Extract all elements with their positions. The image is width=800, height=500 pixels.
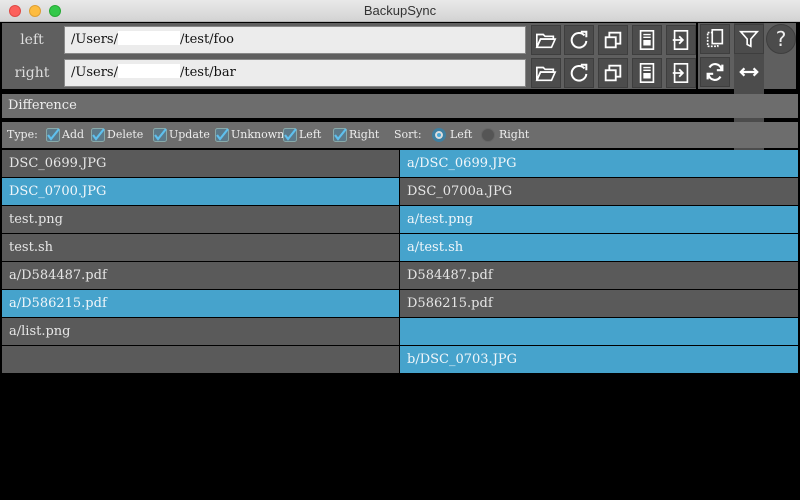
sort-left-label: Left (450, 128, 473, 141)
filter-left-label: Left (299, 128, 322, 141)
left-file-cell[interactable]: DSC_0700.JPG (2, 178, 399, 205)
right-export-button[interactable] (666, 58, 696, 88)
filter-add-label: Add (62, 128, 85, 141)
radio-selected-icon (432, 128, 446, 142)
type-label: Type: (7, 128, 38, 141)
sort-right-label: Right (499, 128, 530, 141)
sync-icon (706, 63, 724, 81)
right-file-cell[interactable]: D586215.pdf (400, 290, 798, 317)
difference-header: Difference (2, 94, 798, 118)
right-file-cell[interactable]: a/test.sh (400, 234, 798, 261)
refresh-icon (570, 30, 588, 49)
right-open-folder-button[interactable] (531, 58, 561, 88)
sort-right-radio[interactable]: Right (481, 122, 529, 148)
left-path-label: left (20, 32, 44, 48)
filter-update-checkbox[interactable]: Update (153, 122, 210, 148)
left-path-input[interactable]: /Users/ /test/foo (64, 26, 526, 54)
filter-right-checkbox[interactable]: Right (333, 122, 379, 148)
left-path-prefix: /Users/ (71, 32, 118, 47)
left-open-folder-button[interactable] (531, 25, 561, 55)
right-archive-button[interactable] (632, 58, 662, 88)
radio-unselected-icon (481, 128, 495, 142)
table-row[interactable]: a/D584487.pdf D584487.pdf (2, 262, 798, 290)
table-row[interactable]: b/DSC_0703.JPG (2, 346, 798, 374)
filter-unknown-checkbox[interactable]: Unknown (215, 122, 284, 148)
filter-add-checkbox[interactable]: Add (46, 122, 84, 148)
left-file-cell[interactable]: test.png (2, 206, 399, 233)
refresh-icon (570, 63, 588, 82)
right-file-cell[interactable]: DSC_0700a.JPG (400, 178, 798, 205)
left-file-cell[interactable]: a/list.png (2, 318, 399, 345)
window-title: BackupSync (363, 3, 437, 18)
folder-open-icon (535, 33, 557, 49)
export-document-icon (672, 30, 689, 50)
left-file-cell[interactable]: DSC_0699.JPG (2, 150, 399, 177)
right-path-label: right (14, 65, 50, 81)
right-copy-button[interactable] (598, 58, 628, 88)
right-path-input[interactable]: /Users/ /test/bar (64, 59, 526, 87)
filter-unknown-label: Unknown (231, 128, 285, 141)
check-icon (153, 128, 167, 142)
right-path-prefix: /Users/ (71, 65, 118, 80)
check-icon (91, 128, 105, 142)
filter-left-checkbox[interactable]: Left (283, 122, 321, 148)
left-right-arrow-icon (739, 67, 759, 77)
copy-icon (604, 31, 622, 49)
left-refresh-button[interactable] (564, 25, 594, 55)
compare-documents-icon (706, 29, 724, 48)
sync-both-button[interactable] (734, 57, 764, 87)
table-row[interactable]: DSC_0700.JPG DSC_0700a.JPG (2, 178, 798, 206)
left-file-cell[interactable]: a/D584487.pdf (2, 262, 399, 289)
left-archive-button[interactable] (632, 25, 662, 55)
title-bar: BackupSync (0, 0, 800, 22)
help-button[interactable]: ? (766, 24, 796, 54)
folder-open-icon (535, 66, 557, 82)
difference-list: DSC_0699.JPG a/DSC_0699.JPG DSC_0700.JPG DS… (2, 150, 798, 374)
sort-label: Sort: (394, 128, 422, 141)
left-path-suffix: /test/foo (179, 32, 235, 47)
sync-button[interactable] (700, 57, 730, 87)
left-file-cell[interactable] (2, 346, 399, 373)
right-file-cell[interactable] (400, 318, 798, 345)
left-copy-button[interactable] (598, 25, 628, 55)
left-export-button[interactable] (666, 25, 696, 55)
right-refresh-button[interactable] (564, 58, 594, 88)
left-file-cell[interactable]: test.sh (2, 234, 399, 261)
filter-bar: Type: Add Delete Update Unknown Left Rig… (2, 122, 798, 148)
check-icon (283, 128, 297, 142)
filter-delete-label: Delete (107, 128, 144, 141)
filter-delete-checkbox[interactable]: Delete (91, 122, 143, 148)
table-row[interactable]: a/D586215.pdf D586215.pdf (2, 290, 798, 318)
export-document-icon (672, 63, 689, 83)
filter-icon (738, 30, 760, 48)
copy-icon (604, 64, 622, 82)
redacted-username (117, 64, 180, 78)
compare-button[interactable] (700, 24, 730, 54)
table-row[interactable]: test.png a/test.png (2, 206, 798, 234)
check-icon (215, 128, 229, 142)
left-file-cell[interactable]: a/D586215.pdf (2, 290, 399, 317)
zip-document-icon (639, 63, 655, 83)
filter-button[interactable] (734, 24, 764, 54)
right-file-cell[interactable]: b/DSC_0703.JPG (400, 346, 798, 373)
check-icon (46, 128, 60, 142)
filter-update-label: Update (169, 128, 210, 141)
table-row[interactable]: DSC_0699.JPG a/DSC_0699.JPG (2, 150, 798, 178)
filter-right-label: Right (349, 128, 380, 141)
right-path-suffix: /test/bar (179, 65, 236, 80)
right-file-cell[interactable]: a/DSC_0699.JPG (400, 150, 798, 177)
sort-left-radio[interactable]: Left (432, 122, 472, 148)
table-row[interactable]: test.sh a/test.sh (2, 234, 798, 262)
app-body: left /Users/ /test/foo right /Users/ /test… (0, 22, 800, 500)
check-icon (333, 128, 347, 142)
zip-document-icon (639, 30, 655, 50)
right-file-cell[interactable]: D584487.pdf (400, 262, 798, 289)
redacted-username (117, 31, 180, 45)
right-file-cell[interactable]: a/test.png (400, 206, 798, 233)
table-row[interactable]: a/list.png (2, 318, 798, 346)
path-panel: left /Users/ /test/foo right /Users/ /test… (2, 23, 696, 89)
